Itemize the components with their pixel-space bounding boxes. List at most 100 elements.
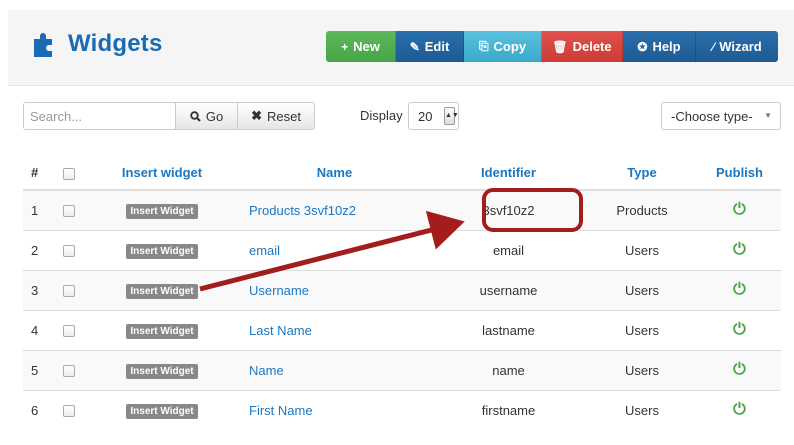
column-header-select	[51, 156, 86, 191]
publish-cell: ⏻	[698, 389, 781, 430]
insert-cell: Insert Widget	[86, 229, 238, 270]
insert-cell: Insert Widget	[86, 189, 238, 230]
widget-name-link[interactable]: Username	[249, 283, 309, 298]
row-select-cell	[51, 309, 86, 350]
row-number: 6	[23, 389, 51, 430]
edit-button[interactable]: ✎ Edit	[396, 31, 464, 62]
row-checkbox[interactable]	[62, 365, 75, 378]
name-cell: email	[238, 229, 431, 270]
table-row: 3 Insert Widget Username username Users …	[23, 269, 781, 310]
row-number: 2	[23, 229, 51, 270]
close-icon: ✖	[251, 108, 262, 123]
row-checkbox[interactable]	[62, 245, 75, 258]
power-icon[interactable]: ⏻	[733, 201, 746, 218]
search-input[interactable]	[23, 102, 176, 130]
publish-cell: ⏻	[698, 349, 781, 390]
identifier-cell: name	[431, 349, 586, 390]
delete-button[interactable]: 🗑 Delete	[542, 31, 623, 62]
row-number: 1	[23, 189, 51, 230]
select-all-checkbox[interactable]	[62, 167, 75, 180]
row-select-cell	[51, 269, 86, 310]
column-header-num: #	[23, 156, 51, 191]
column-header-identifier[interactable]: Identifier	[431, 156, 586, 191]
power-icon[interactable]: ⏻	[733, 321, 746, 338]
row-checkbox[interactable]	[62, 325, 75, 338]
identifier-cell: username	[431, 269, 586, 310]
insert-widget-button[interactable]: Insert Widget	[126, 323, 198, 339]
chevron-down-icon: ▼	[764, 111, 772, 120]
row-number: 5	[23, 349, 51, 390]
trash-icon: 🗑	[552, 39, 568, 54]
table-header-row: # Insert widget Name Identifier Type Pub…	[23, 156, 781, 191]
toolbar: + New ✎ Edit ⎘ Copy 🗑 Delete ✪ Help ⁄ Wizard	[326, 31, 778, 62]
insert-cell: Insert Widget	[86, 349, 238, 390]
row-number: 3	[23, 269, 51, 310]
type-cell: Users	[586, 269, 698, 310]
wizard-button[interactable]: ⁄ Wizard	[696, 31, 778, 62]
display-label: Display	[360, 108, 403, 123]
copy-icon: ⎘	[478, 39, 489, 53]
power-icon[interactable]: ⏻	[733, 241, 746, 258]
type-select[interactable]: -Choose type- ▼	[661, 102, 781, 130]
go-button[interactable]: Go	[175, 102, 238, 130]
insert-widget-button[interactable]: Insert Widget	[126, 363, 198, 379]
table-row: 6 Insert Widget First Name firstname Use…	[23, 389, 781, 430]
type-cell: Users	[586, 389, 698, 430]
identifier-cell: firstname	[431, 389, 586, 430]
column-header-name[interactable]: Name	[238, 156, 431, 191]
display-count-select[interactable]: 20 ▲▼	[408, 102, 459, 130]
row-select-cell	[51, 189, 86, 230]
name-cell: Last Name	[238, 309, 431, 350]
row-select-cell	[51, 349, 86, 390]
search-icon	[190, 110, 201, 122]
wand-icon: ⁄	[712, 39, 715, 54]
page-title: Widgets	[68, 30, 163, 57]
row-select-cell	[51, 229, 86, 270]
insert-cell: Insert Widget	[86, 269, 238, 310]
identifier-cell: lastname	[431, 309, 586, 350]
insert-widget-button[interactable]: Insert Widget	[126, 403, 198, 419]
row-checkbox[interactable]	[62, 285, 75, 298]
insert-cell: Insert Widget	[86, 309, 238, 350]
widget-name-link[interactable]: First Name	[249, 403, 313, 418]
copy-button[interactable]: ⎘ Copy	[464, 31, 542, 62]
insert-widget-button[interactable]: Insert Widget	[126, 283, 198, 299]
display-count-value: 20	[418, 108, 433, 124]
power-icon[interactable]: ⏻	[733, 281, 746, 298]
row-number: 4	[23, 309, 51, 350]
new-button[interactable]: + New	[326, 31, 396, 62]
power-icon[interactable]: ⏻	[733, 361, 746, 378]
lifebuoy-icon: ✪	[637, 39, 648, 54]
widget-name-link[interactable]: email	[249, 243, 280, 258]
column-header-type[interactable]: Type	[586, 156, 698, 191]
widget-name-link[interactable]: Last Name	[249, 323, 312, 338]
type-cell: Users	[586, 309, 698, 350]
insert-widget-button[interactable]: Insert Widget	[126, 203, 198, 219]
puzzle-icon	[34, 33, 52, 57]
widget-name-link[interactable]: Name	[249, 363, 284, 378]
column-header-publish[interactable]: Publish	[698, 156, 781, 191]
publish-cell: ⏻	[698, 229, 781, 270]
widgets-table: # Insert widget Name Identifier Type Pub…	[23, 156, 781, 430]
type-select-value: -Choose type-	[671, 108, 753, 124]
spinner-arrows-icon: ▲▼	[444, 107, 459, 125]
type-cell: Products	[586, 189, 698, 230]
insert-widget-button[interactable]: Insert Widget	[126, 243, 198, 259]
row-checkbox[interactable]	[62, 405, 75, 418]
type-cell: Users	[586, 229, 698, 270]
identifier-cell: email	[431, 229, 586, 270]
help-button[interactable]: ✪ Help	[623, 31, 696, 62]
widget-name-link[interactable]: Products 3svf10z2	[249, 203, 356, 218]
power-icon[interactable]: ⏻	[733, 401, 746, 418]
reset-button[interactable]: ✖ Reset	[237, 102, 315, 130]
row-checkbox[interactable]	[62, 205, 75, 218]
publish-cell: ⏻	[698, 309, 781, 350]
name-cell: First Name	[238, 389, 431, 430]
table-row: 1 Insert Widget Products 3svf10z2 3svf10…	[23, 189, 781, 230]
publish-cell: ⏻	[698, 189, 781, 230]
insert-cell: Insert Widget	[86, 389, 238, 430]
table-row: 5 Insert Widget Name name Users ⏻	[23, 349, 781, 390]
column-header-insert[interactable]: Insert widget	[86, 156, 238, 191]
type-cell: Users	[586, 349, 698, 390]
page-header: Widgets + New ✎ Edit ⎘ Copy 🗑 Delete ✪ Help ⁄…	[8, 10, 794, 86]
